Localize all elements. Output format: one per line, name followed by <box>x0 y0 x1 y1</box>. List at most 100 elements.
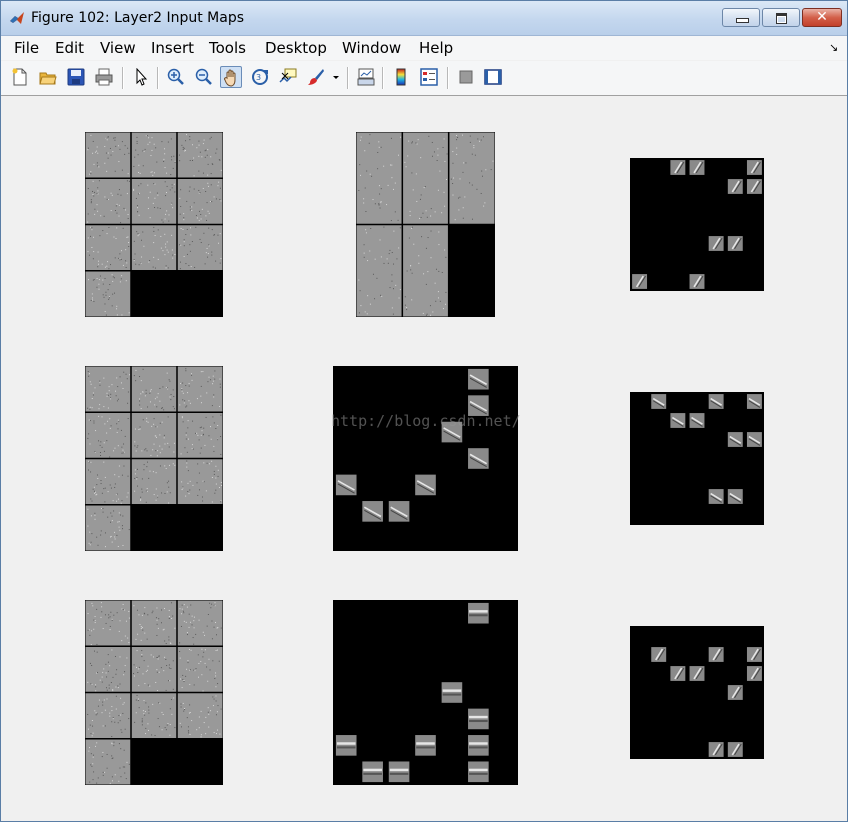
feature-map-cell <box>131 693 177 739</box>
pan-hand-icon <box>224 69 236 87</box>
menu-file[interactable]: File <box>14 39 39 57</box>
rotate-3d-button[interactable]: 3 <box>249 66 271 88</box>
dock-figure-icon[interactable]: ↘ <box>829 41 838 54</box>
feature-map-cell <box>85 178 131 224</box>
insert-legend-icon <box>420 68 438 86</box>
feature-map-axes[interactable] <box>85 366 223 551</box>
menu-help[interactable]: Help <box>419 39 453 57</box>
save-figure-button[interactable] <box>65 66 87 88</box>
feature-patch <box>689 274 705 289</box>
feature-patch <box>441 682 463 703</box>
close-icon: ✕ <box>816 9 828 25</box>
minimize-button[interactable] <box>722 8 760 27</box>
feature-map-axes[interactable] <box>333 600 518 785</box>
feature-map-cell <box>177 693 223 739</box>
svg-text:3: 3 <box>256 73 261 82</box>
feature-map-axes[interactable] <box>85 600 223 785</box>
hide-plot-tools-button[interactable] <box>455 66 477 88</box>
link-plot-icon <box>357 68 375 86</box>
close-button[interactable]: ✕ <box>802 8 842 27</box>
feature-patch <box>727 685 743 700</box>
pan-button[interactable] <box>220 66 242 88</box>
data-cursor-button[interactable] <box>277 66 299 88</box>
feature-map-axes[interactable] <box>333 366 518 551</box>
show-plot-tools-button[interactable] <box>482 66 504 88</box>
feature-patch <box>632 274 648 289</box>
feature-map-cell <box>402 225 449 317</box>
print-figure-button[interactable] <box>93 66 115 88</box>
feature-map-cell <box>85 646 131 692</box>
open-file-button[interactable] <box>37 66 59 88</box>
feature-map-axes[interactable] <box>630 626 764 759</box>
save-figure-icon <box>67 68 85 86</box>
feature-patch <box>415 474 436 496</box>
feature-patch <box>746 647 762 662</box>
feature-patch <box>415 735 436 756</box>
feature-map-cell <box>177 646 223 692</box>
toolbar-separator <box>122 67 124 89</box>
figure-toolbar: 3 <box>1 61 847 96</box>
feature-patch <box>468 602 489 624</box>
zoom-in-icon <box>167 68 184 85</box>
feature-patch <box>708 647 724 662</box>
feature-patch <box>388 761 410 783</box>
feature-patch <box>746 179 762 194</box>
maximize-button[interactable] <box>762 8 800 27</box>
insert-colorbar-icon <box>396 68 406 86</box>
feature-patch <box>362 761 383 783</box>
feature-patch <box>388 501 410 522</box>
feature-map-image <box>85 600 223 785</box>
feature-map-cell <box>356 225 402 317</box>
link-plot-button[interactable] <box>355 66 377 88</box>
edit-plot-button[interactable] <box>130 66 152 88</box>
insert-colorbar-button[interactable] <box>390 66 412 88</box>
feature-map-axes[interactable] <box>85 132 223 317</box>
new-figure-button[interactable] <box>9 66 31 88</box>
menu-desktop[interactable]: Desktop <box>265 39 327 57</box>
feature-patch <box>670 666 686 681</box>
toolbar-separator <box>347 67 349 89</box>
feature-patch <box>441 421 463 443</box>
feature-map-cell <box>402 132 449 224</box>
menu-edit[interactable]: Edit <box>55 39 84 57</box>
feature-map-image <box>356 132 495 317</box>
feature-patch <box>468 368 489 390</box>
zoom-out-button[interactable] <box>193 66 215 88</box>
figure-canvas[interactable]: http://blog.csdn.net/ <box>1 96 847 821</box>
feature-patch <box>727 179 743 194</box>
new-figure-icon <box>12 68 27 86</box>
title-bar[interactable]: Figure 102: Layer2 Input Maps ✕ <box>1 1 847 36</box>
feature-map-cell <box>177 132 223 178</box>
toolbar-separator <box>157 67 159 89</box>
feature-map-image <box>85 132 223 317</box>
minimize-icon <box>736 18 749 23</box>
feature-patch <box>708 236 724 251</box>
brush-menu-button[interactable] <box>329 66 343 88</box>
feature-map-axes[interactable] <box>356 132 495 317</box>
data-cursor-icon <box>279 68 297 83</box>
feature-map-cell <box>85 600 131 646</box>
feature-map-cell <box>356 132 402 224</box>
feature-map-axes[interactable] <box>630 392 764 525</box>
zoom-out-icon <box>195 68 212 85</box>
feature-map-cell <box>85 693 131 739</box>
menu-insert[interactable]: Insert <box>151 39 194 57</box>
feature-patch <box>746 666 762 681</box>
menu-view[interactable]: View <box>100 39 136 57</box>
edit-plot-arrow-icon <box>136 68 148 86</box>
feature-map-axes[interactable] <box>630 158 764 291</box>
feature-map-cell <box>85 739 131 785</box>
zoom-in-button[interactable] <box>165 66 187 88</box>
menu-tools[interactable]: Tools <box>209 39 246 57</box>
brush-button[interactable] <box>305 66 327 88</box>
menu-window[interactable]: Window <box>342 39 401 57</box>
feature-patch <box>468 735 489 756</box>
insert-legend-button[interactable] <box>418 66 440 88</box>
feature-map-cell <box>131 412 177 458</box>
feature-map-image <box>630 392 764 525</box>
feature-map-cell <box>177 366 223 412</box>
feature-patch <box>708 489 724 504</box>
feature-patch <box>727 432 743 447</box>
feature-map-cell <box>85 132 131 178</box>
feature-map-image <box>333 600 518 785</box>
